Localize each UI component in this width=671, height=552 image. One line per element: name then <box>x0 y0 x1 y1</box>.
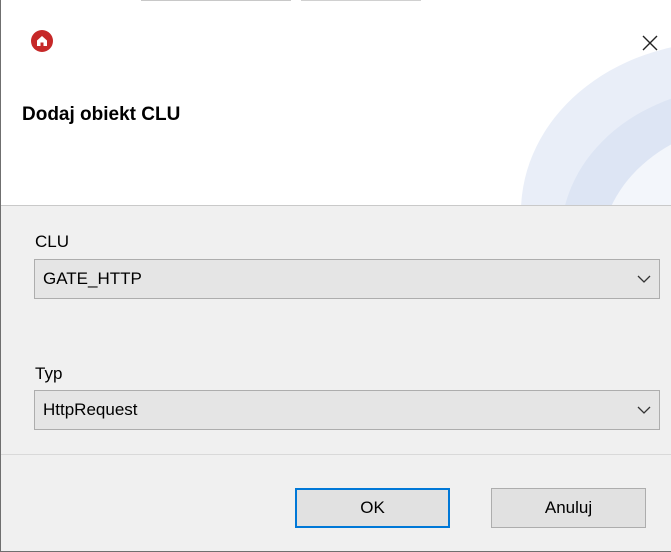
top-edge-line <box>301 0 421 1</box>
window-top-edge <box>1 0 671 12</box>
dialog-title: Dodaj obiekt CLU <box>22 104 181 125</box>
ok-button[interactable]: OK <box>295 488 450 528</box>
clu-label: CLU <box>35 232 70 251</box>
close-icon <box>642 35 658 51</box>
close-button[interactable] <box>637 30 663 56</box>
add-clu-object-dialog: Dodaj obiekt CLU CLU GATE_HTTP Typ HttpR… <box>0 0 671 552</box>
top-edge-line <box>141 0 291 1</box>
chevron-down-icon <box>629 260 659 298</box>
dialog-header: Dodaj obiekt CLU <box>1 12 671 206</box>
chevron-down-icon <box>629 391 659 429</box>
clu-select[interactable]: GATE_HTTP <box>34 259 660 299</box>
typ-label: Typ <box>35 364 63 383</box>
typ-select-value: HttpRequest <box>43 400 138 419</box>
clu-select-value: GATE_HTTP <box>43 269 142 288</box>
dialog-footer: OK Anuluj <box>1 454 671 551</box>
cancel-button[interactable]: Anuluj <box>491 488 646 528</box>
typ-select[interactable]: HttpRequest <box>34 390 660 430</box>
house-icon <box>31 30 53 52</box>
